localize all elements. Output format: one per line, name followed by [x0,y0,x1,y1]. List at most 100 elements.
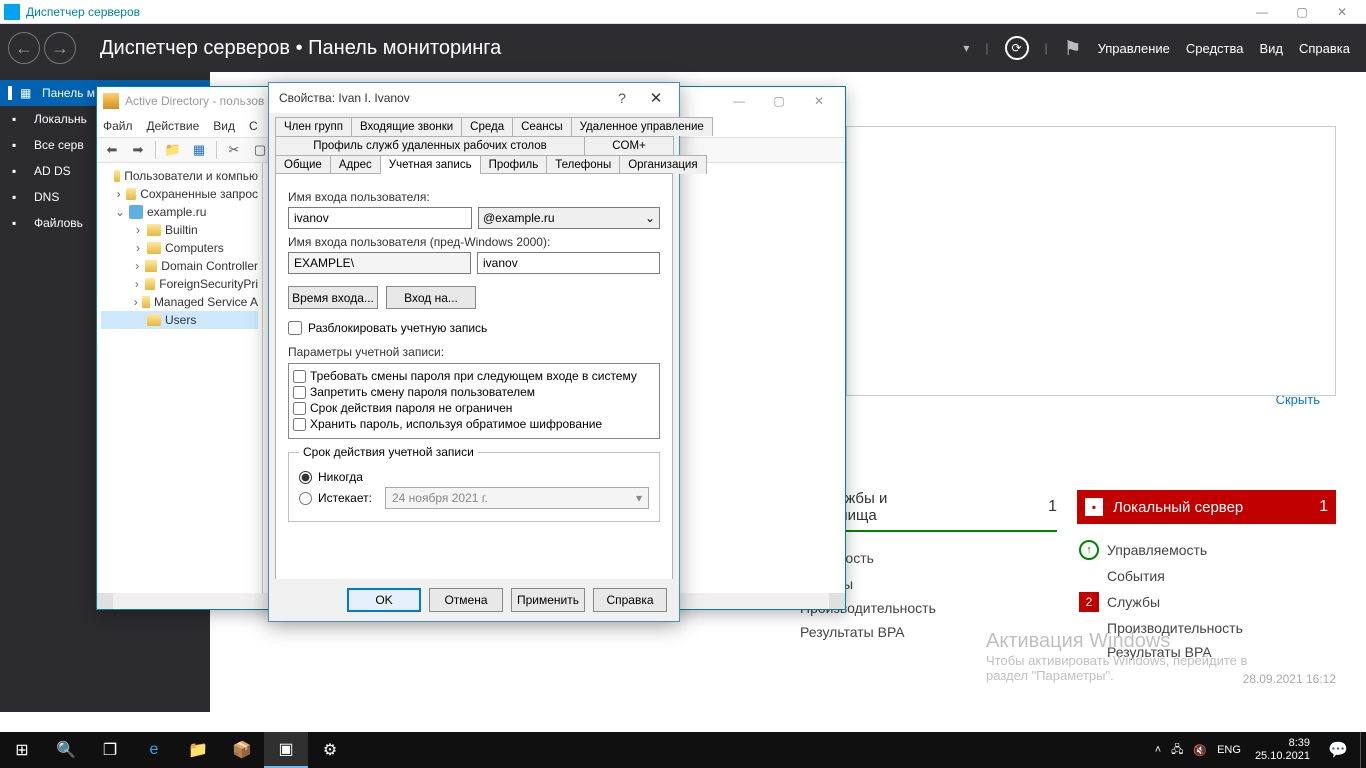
tab-address[interactable]: Адрес [330,155,381,174]
tree-saved[interactable]: ›Сохраненные запрос [101,185,258,203]
help-button[interactable]: Справка [593,588,667,612]
list-icon[interactable]: ▦ [188,140,210,160]
tab-phones[interactable]: Телефоны [546,155,620,174]
option-reversible[interactable]: Хранить пароль, используя обратимое шифр… [293,416,655,432]
tile-row[interactable]: 2Службы [1077,588,1336,616]
help-button[interactable]: ? [605,90,639,106]
forward-icon[interactable]: ➡ [127,140,149,160]
dropdown-icon[interactable]: ▾ [963,41,969,55]
tree-node[interactable]: ›Domain Controller [101,257,258,275]
expiry-date-radio[interactable]: Истекает: [299,491,375,505]
menu-more[interactable]: С [249,119,258,133]
folder-icon [145,278,156,290]
folder-up-icon[interactable]: 📁 [162,140,184,160]
close-button[interactable]: ✕ [1322,1,1362,23]
maximize-button[interactable]: ▢ [759,89,799,113]
logon-hours-button[interactable]: Время входа... [288,286,378,309]
expiry-never-radio[interactable]: Никогда [299,470,649,484]
server-manager-taskbar-icon[interactable]: ▣ [264,732,308,768]
tab-account[interactable]: Учетная запись [380,155,481,174]
tree-node[interactable]: ›Computers [101,239,258,257]
tile-header[interactable]: ▪ Локальный сервер 1 [1077,490,1336,524]
server-manager-icon [4,4,20,20]
ok-button[interactable]: OK [347,588,421,612]
menu-tools[interactable]: Средства [1186,41,1244,56]
close-button[interactable]: ✕ [639,89,673,107]
tile-row[interactable]: Результаты BPA [1077,640,1336,664]
back-icon[interactable]: ⬅ [101,140,123,160]
menu-action[interactable]: Действие [147,119,200,133]
tree-node[interactable]: ›Builtin [101,221,258,239]
tab-rds-profile[interactable]: Профиль служб удаленных рабочих столов [275,136,585,155]
folder-icon [145,260,157,272]
refresh-icon[interactable]: ⟳ [1005,36,1029,60]
expiry-date-picker[interactable]: 24 ноября 2021 г.▾ [385,487,649,509]
account-options-list[interactable]: Требовать смены пароля при следующем вхо… [288,363,660,439]
tab-dial-in[interactable]: Входящие звонки [351,117,462,136]
chevron-up-icon[interactable]: ˄ [1155,744,1161,756]
flag-icon[interactable]: ⚑ [1064,36,1082,61]
minimize-button[interactable]: — [1242,1,1282,23]
tab-sessions[interactable]: Сеансы [512,117,571,136]
app-title: Диспетчер серверов [26,5,1242,19]
ie-icon[interactable]: e [132,732,176,768]
close-button[interactable]: ✕ [799,89,839,113]
menu-view[interactable]: Вид [213,119,235,133]
unlock-checkbox[interactable]: Разблокировать учетную запись [288,321,660,335]
clock[interactable]: 8:39 25.10.2021 [1249,737,1316,763]
nav-forward-button[interactable]: → [44,32,76,64]
tile-row[interactable]: Производительность [1077,616,1336,640]
tab-member-of[interactable]: Член групп [275,117,352,136]
maximize-button[interactable]: ▢ [1282,1,1322,23]
upn-domain-select[interactable]: @example.ru⌄ [478,207,660,229]
tab-general[interactable]: Общие [275,155,331,174]
option-never-expire[interactable]: Срок действия пароля не ограничен [293,400,655,416]
tab-org[interactable]: Организация [619,155,706,174]
tab-profile[interactable]: Профиль [480,155,548,174]
system-tray[interactable]: ˄ 🖧 🔇 ENG [1147,741,1249,760]
tree-node-users[interactable]: Users [101,311,258,329]
tree-node[interactable]: ›Managed Service A [101,293,258,311]
upn-input[interactable] [288,207,472,229]
option-no-change[interactable]: Запретить смену пароля пользователем [293,384,655,400]
account-expiry-group: Срок действия учетной записи Никогда Ист… [288,445,660,522]
menu-manage[interactable]: Управление [1098,41,1170,56]
sound-icon[interactable]: 🔇 [1193,744,1207,757]
taskview-icon[interactable]: ❐ [88,732,132,768]
dialog-titlebar: Свойства: Ivan I. Ivanov ? ✕ [269,83,679,113]
logon-to-button[interactable]: Вход на... [386,286,476,309]
nav-back-button[interactable]: ← [8,32,40,64]
folder-icon [147,224,161,236]
sam-input[interactable] [477,252,660,274]
tile-row[interactable]: ↑Управляемость [1077,536,1336,564]
settings-icon[interactable]: ⚙ [308,732,352,768]
tab-com[interactable]: COM+ [584,136,674,155]
alert-badge: 2 [1079,592,1099,612]
network-icon[interactable]: 🖧 [1171,741,1183,760]
sam-domain-input [288,252,471,274]
notifications-icon[interactable]: 💬 [1316,732,1360,768]
minimize-button[interactable]: — [719,89,759,113]
menu-file[interactable]: Файл [103,119,133,133]
start-button[interactable]: ⊞ [0,732,44,768]
tab-remote[interactable]: Удаленное управление [571,117,713,136]
apply-button[interactable]: Применить [511,588,585,612]
tile-row[interactable]: События [1077,564,1336,588]
tree-root[interactable]: Пользователи и компью [101,167,258,185]
menu-help[interactable]: Справка [1299,41,1350,56]
lang-indicator[interactable]: ENG [1217,744,1241,756]
tree-node[interactable]: ›ForeignSecurityPri [101,275,258,293]
search-icon[interactable]: 🔍 [44,732,88,768]
explorer-icon[interactable]: 📁 [176,732,220,768]
option-change-pw[interactable]: Требовать смены пароля при следующем вхо… [293,368,655,384]
cancel-button[interactable]: Отмена [429,588,503,612]
show-desktop[interactable] [1360,732,1366,768]
tab-environment[interactable]: Среда [461,117,513,136]
tree-domain[interactable]: ⌄example.ru [101,203,258,221]
ribbon-header: ← → Диспетчер серверов • Панель монитори… [0,24,1366,72]
app-icon[interactable]: 📦 [220,732,264,768]
menu-view[interactable]: Вид [1259,41,1283,56]
aduc-tree[interactable]: Пользователи и компью ›Сохраненные запро… [97,163,263,593]
tile-row[interactable]: Результаты BPA [798,620,1057,644]
cut-icon[interactable]: ✂ [223,140,245,160]
